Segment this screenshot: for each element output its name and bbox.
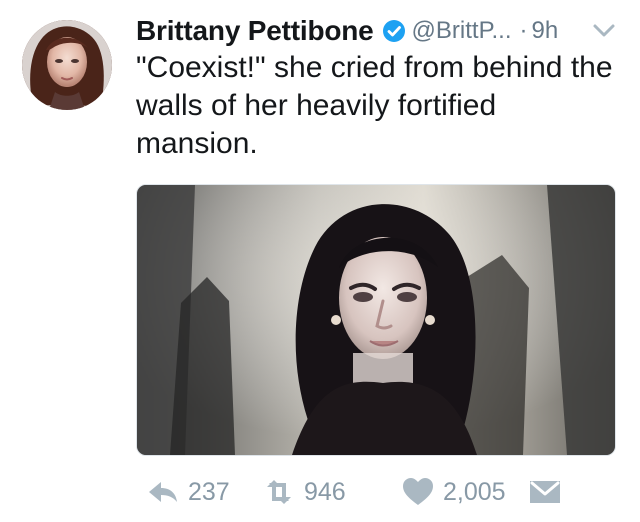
chevron-down-icon[interactable] bbox=[592, 22, 616, 40]
display-name[interactable]: Brittany Pettibone bbox=[136, 15, 374, 47]
tweet-timestamp[interactable]: 9h bbox=[531, 17, 558, 45]
like-count: 2,005 bbox=[443, 477, 506, 506]
retweet-count: 946 bbox=[304, 477, 346, 506]
reply-button[interactable]: 237 bbox=[146, 475, 230, 509]
profile-avatar[interactable] bbox=[22, 20, 112, 110]
tweet-header: Brittany Pettibone @BrittP... · 9h bbox=[136, 14, 558, 48]
retweet-icon bbox=[267, 480, 291, 504]
tweet-actions: 237 946 2,005 bbox=[136, 466, 616, 518]
timestamp-separator: · bbox=[519, 17, 528, 44]
tweet-text: "Coexist!" she cried from behind the wal… bbox=[136, 51, 613, 160]
heart-icon bbox=[403, 478, 433, 505]
verified-badge-icon bbox=[382, 20, 405, 42]
reply-icon bbox=[149, 482, 177, 502]
direct-message-button[interactable] bbox=[528, 475, 570, 509]
tweet-card[interactable]: Brittany Pettibone @BrittP... · 9h "Coex… bbox=[0, 0, 640, 522]
like-button[interactable]: 2,005 bbox=[401, 475, 506, 509]
reply-count: 237 bbox=[188, 477, 230, 506]
retweet-button[interactable]: 946 bbox=[262, 475, 346, 509]
direct-message-icon bbox=[530, 481, 560, 503]
user-handle[interactable]: @BrittP... bbox=[412, 17, 512, 45]
tweet-media-image[interactable] bbox=[136, 184, 616, 456]
